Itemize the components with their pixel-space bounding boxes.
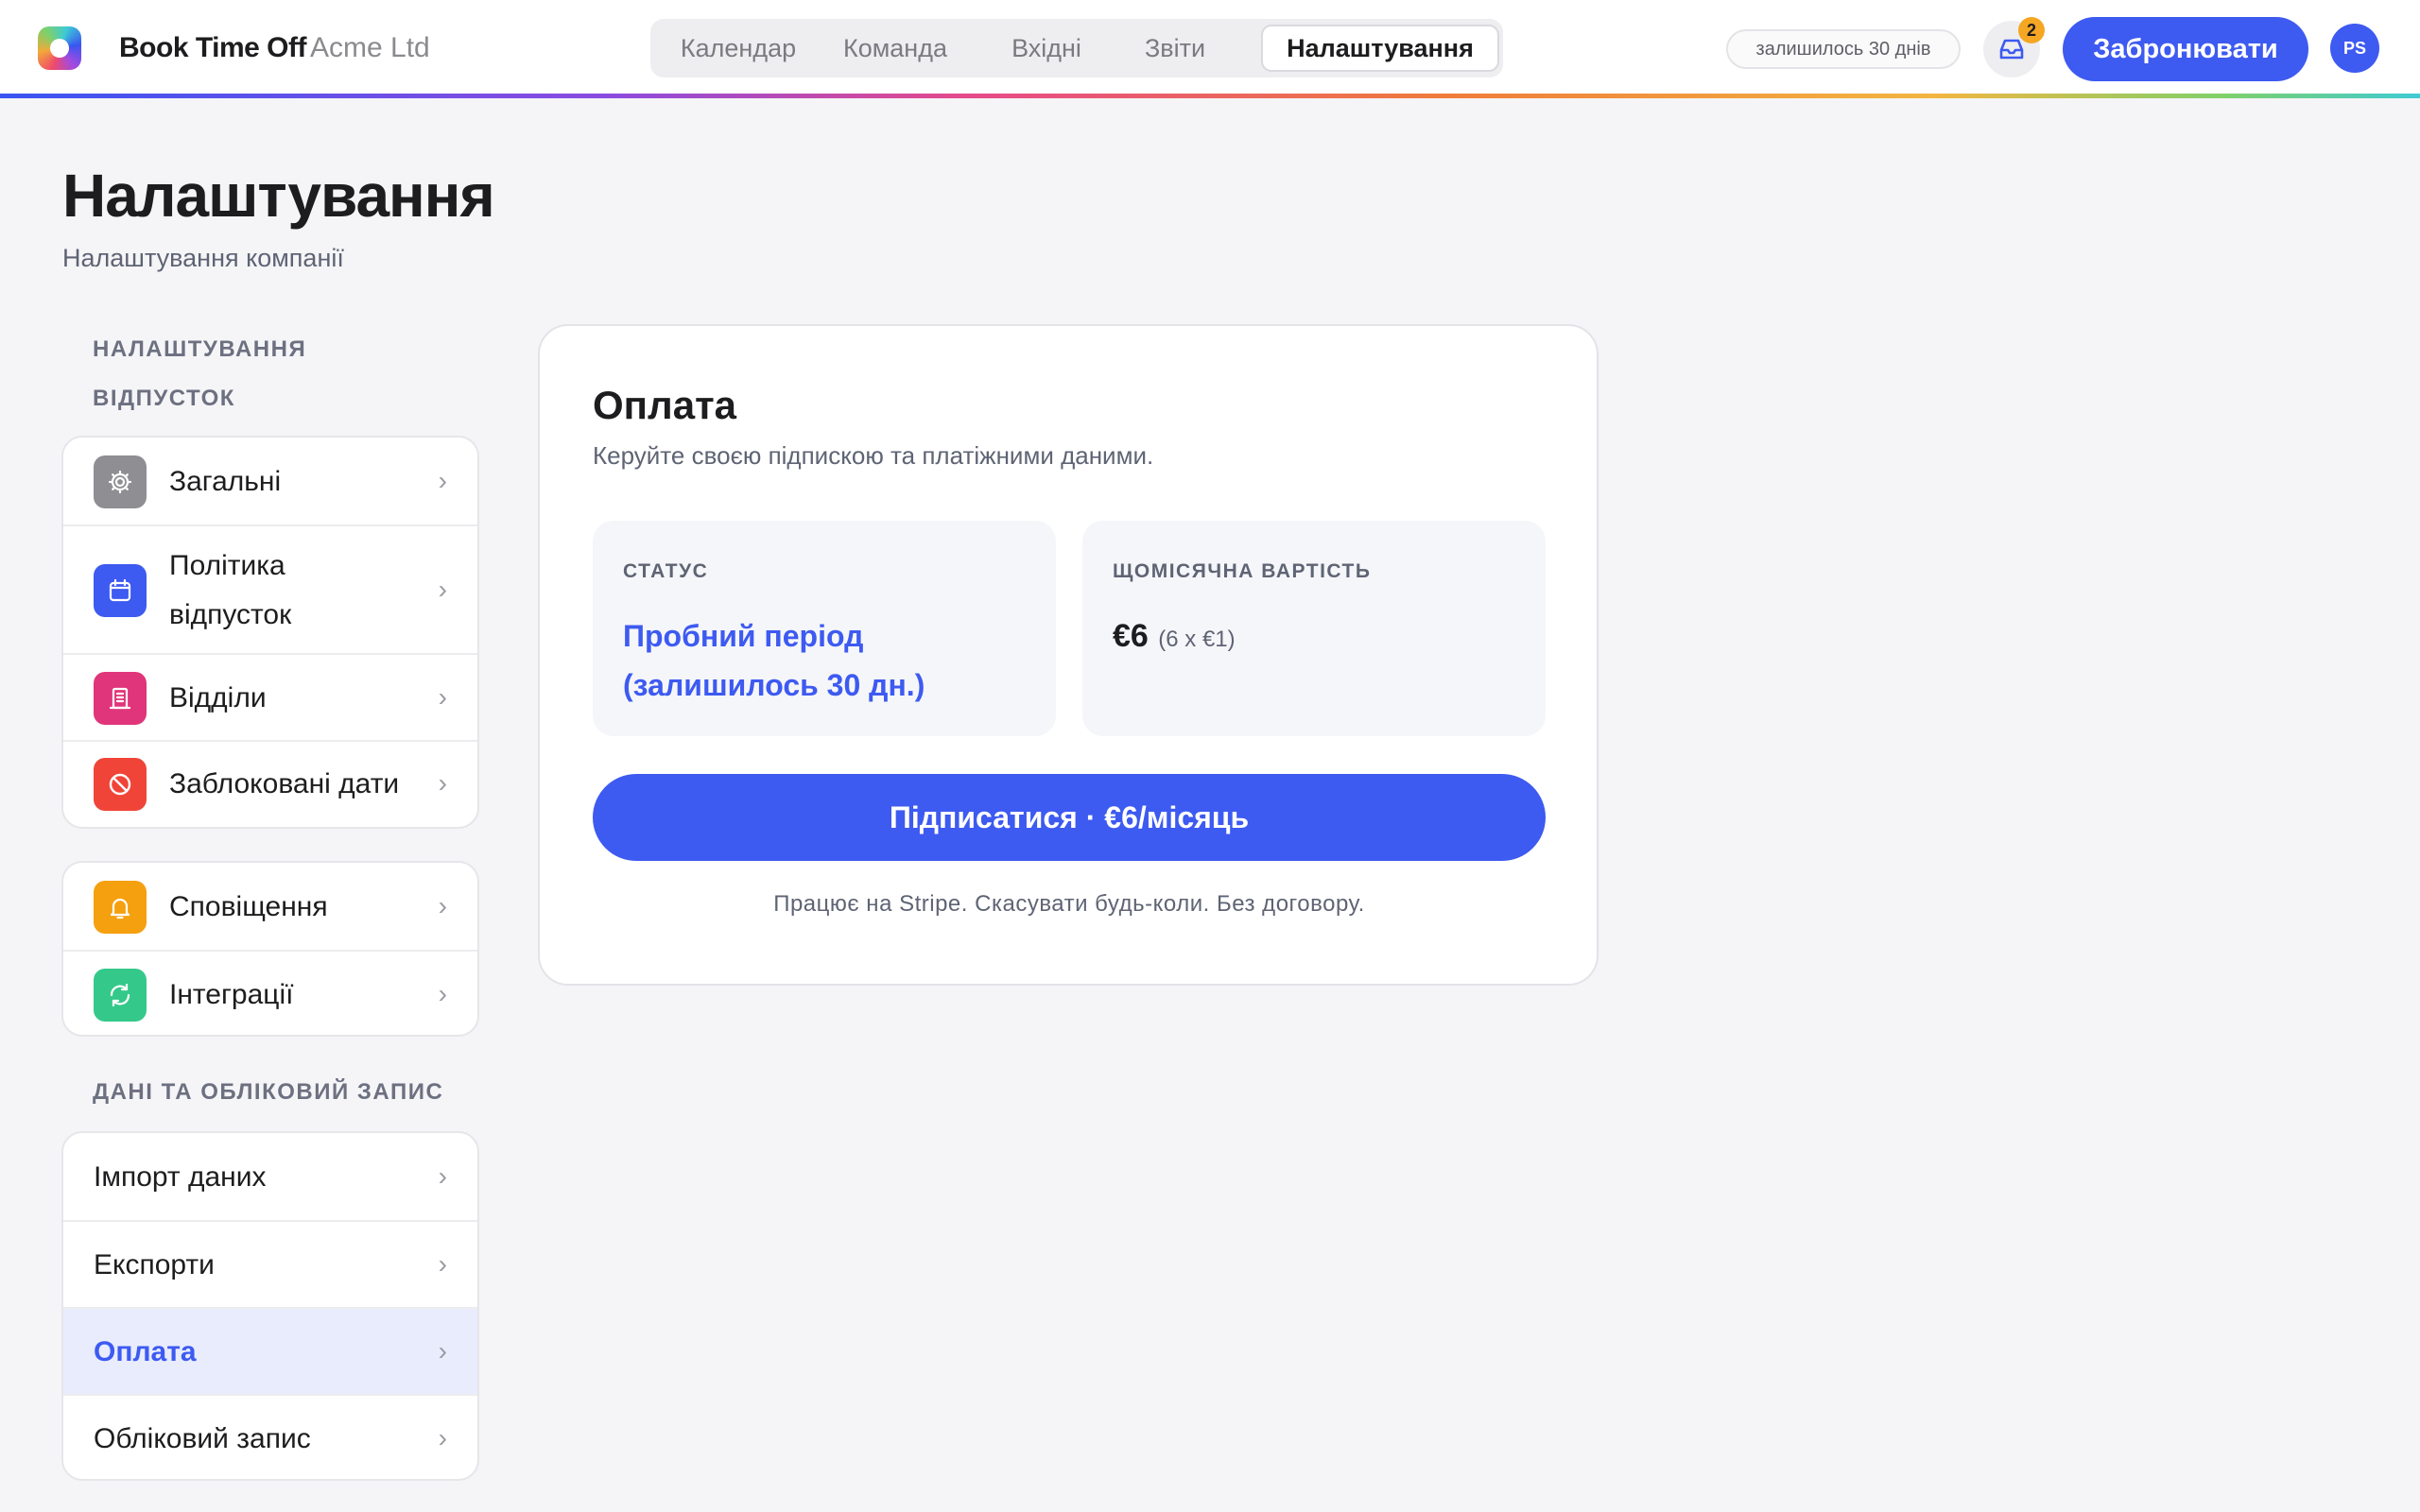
sidebar-item-label: Заблоковані дати [169,768,400,799]
label-line-2: відпусток [169,599,292,630]
monthly-cost-label: ЩОМІСЯЧНА ВАРТІСТЬ [1113,560,1372,582]
status-line-1: Пробний період [623,619,864,653]
label-line-1: Політика [169,550,285,581]
billing-footnote: Працює на Stripe. Скасувати будь-коли. Б… [773,891,1365,917]
gear-icon [94,455,147,508]
book-time-off-button[interactable]: Забронювати [2063,17,2308,81]
sidebar-item-label: Відділи [169,682,267,713]
menu-group-notifications: Сповіщення › Інтеграції › [61,861,479,1037]
status-line-2: (залишилось 30 дн.) [623,668,925,702]
chevron-right-icon: › [438,682,447,712]
sync-icon [94,969,147,1022]
sidebar-item-leave-policy[interactable]: Політика відпусток › [63,526,477,655]
blocked-icon [94,758,147,811]
sidebar-item-account[interactable]: Обліковий запис › [63,1396,477,1479]
section-leave-line-1: НАЛАШТУВАННЯ [93,336,307,362]
inbox-count-badge: 2 [2018,17,2045,43]
sidebar-item-label: Інтеграції [169,979,294,1010]
sidebar-item-integrations[interactable]: Інтеграції › [63,952,477,1035]
sidebar-item-label: Оплата [94,1336,197,1367]
chevron-right-icon: › [438,979,447,1008]
sidebar-item-departments[interactable]: Відділи › [63,655,477,742]
brand-name[interactable]: Book Time Off [119,32,306,64]
main-nav: Календар Команда Вхідні Звіти Налаштуван… [650,19,1503,77]
billing-card: Оплата Керуйте своєю підпискою та платіж… [538,324,1599,986]
chevron-right-icon: › [438,1336,447,1366]
sidebar-item-exports[interactable]: Експорти › [63,1222,477,1309]
bell-icon [94,881,147,934]
chevron-right-icon: › [438,891,447,920]
billing-title: Оплата [593,383,737,427]
trial-days-badge: залишилось 30 днів [1726,29,1961,69]
chevron-right-icon: › [438,768,447,798]
user-avatar[interactable]: PS [2330,24,2379,73]
chevron-right-icon: › [438,1161,447,1191]
company-name: Acme Ltd [310,32,430,63]
sidebar-item-notifications[interactable]: Сповіщення › [63,863,477,952]
tab-settings[interactable]: Налаштування [1261,25,1499,72]
sidebar-item-label: Експорти [94,1249,215,1280]
section-leave-settings: НАЛАШТУВАННЯ ВІДПУСТОК [93,325,306,423]
tab-team[interactable]: Команда [824,25,966,72]
chevron-right-icon: › [438,575,447,604]
status-value: Пробний період (залишилось 30 дн.) [623,611,1020,710]
header-gradient-divider [0,94,2420,98]
sidebar-item-import[interactable]: Імпорт даних › [63,1133,477,1222]
sidebar-item-label: Сповіщення [169,891,328,922]
inbox-icon [1999,39,2024,60]
subscribe-button[interactable]: Підписатися · €6/місяць [593,774,1546,861]
chevron-right-icon: › [438,466,447,495]
section-data-account: ДАНІ ТА ОБЛІКОВИЙ ЗАПИС [93,1079,444,1105]
sidebar-item-label: Політика відпусток [169,541,291,640]
sidebar-item-blocked-dates[interactable]: Заблоковані дати › [63,742,477,827]
app-logo-icon[interactable] [38,26,81,70]
tab-calendar[interactable]: Календар [671,25,805,72]
menu-group-data: Імпорт даних › Експорти › Оплата › Облік… [61,1131,479,1481]
page-subtitle: Налаштування компанії [62,244,344,272]
top-bar: Book Time Off Acme Ltd Календар Команда … [0,0,2420,98]
status-label: СТАТУС [623,560,709,582]
tab-reports[interactable]: Звіти [1123,25,1227,72]
sidebar-item-label: Загальні [169,466,282,497]
building-icon [94,672,147,725]
tab-inbox[interactable]: Вхідні [985,25,1108,72]
billing-description: Керуйте своєю підпискою та платіжними да… [593,441,1154,470]
chevron-right-icon: › [438,1423,447,1452]
chevron-right-icon: › [438,1249,447,1279]
sidebar-item-billing[interactable]: Оплата › [63,1309,477,1396]
cost-calculation: (6 x €1) [1158,627,1236,652]
menu-group-leave: Загальні › Політика відпусток › Відділи … [61,436,479,829]
section-leave-line-2: ВІДПУСТОК [93,386,235,411]
status-box: СТАТУС Пробний період (залишилось 30 дн.… [593,521,1056,736]
calendar-icon [94,564,147,617]
sidebar-item-general[interactable]: Загальні › [63,438,477,526]
monthly-cost-box: ЩОМІСЯЧНА ВАРТІСТЬ €6 (6 x €1) [1082,521,1546,736]
cost-amount: €6 [1113,618,1149,654]
page-title: Налаштування [62,162,495,230]
monthly-cost-value: €6 (6 x €1) [1113,611,1236,667]
sidebar-item-label: Імпорт даних [94,1161,267,1193]
sidebar-item-label: Обліковий запис [94,1423,311,1454]
